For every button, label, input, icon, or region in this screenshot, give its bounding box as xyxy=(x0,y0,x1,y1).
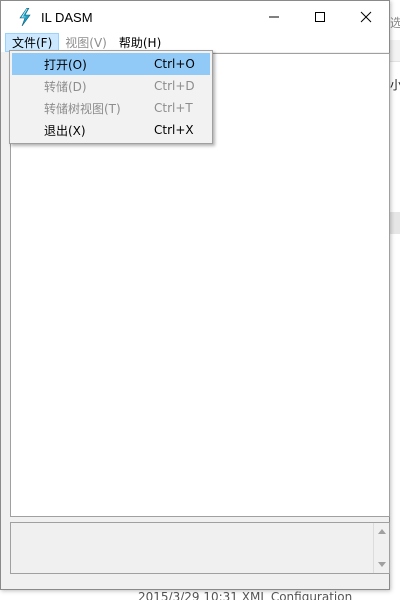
info-textbox[interactable] xyxy=(11,523,375,573)
minimize-button[interactable] xyxy=(251,1,297,33)
menu-item-dump[interactable]: 转储(D) Ctrl+D xyxy=(12,75,210,97)
menu-item-shortcut: Ctrl+X xyxy=(154,123,194,137)
title-bar[interactable]: IL DASM xyxy=(1,1,389,33)
file-menu-dropdown: 打开(O) Ctrl+O 转储(D) Ctrl+D 转储树视图(T) Ctrl+… xyxy=(9,50,213,144)
background-footer-text: 2015/3/29 10:31 XML Configuration xyxy=(138,590,353,600)
close-icon xyxy=(360,11,372,23)
maximize-icon xyxy=(315,12,325,22)
menu-item-shortcut: Ctrl+O xyxy=(154,57,195,71)
maximize-button[interactable] xyxy=(297,1,343,33)
menu-item-dump-treeview[interactable]: 转储树视图(T) Ctrl+T xyxy=(12,97,210,119)
minimize-icon xyxy=(269,16,279,18)
scroll-down-icon[interactable] xyxy=(378,562,386,567)
background-top-right-text: 选 xyxy=(390,16,400,30)
menu-item-open[interactable]: 打开(O) Ctrl+O xyxy=(12,53,210,75)
close-button[interactable] xyxy=(343,1,389,33)
menu-item-label: 打开(O) xyxy=(44,57,87,72)
info-pane xyxy=(10,522,390,574)
menu-item-shortcut: Ctrl+T xyxy=(154,101,193,115)
vertical-scrollbar[interactable] xyxy=(373,523,389,573)
window-controls xyxy=(251,1,389,33)
menu-item-exit[interactable]: 退出(X) Ctrl+X xyxy=(12,119,210,141)
menu-item-shortcut: Ctrl+D xyxy=(154,79,195,93)
menu-item-label: 退出(X) xyxy=(44,123,86,138)
lightning-icon xyxy=(19,8,31,26)
background-right-text: 小 xyxy=(390,78,400,92)
menu-item-label: 转储(D) xyxy=(44,79,87,94)
scroll-up-icon[interactable] xyxy=(378,529,386,534)
menu-item-label: 转储树视图(T) xyxy=(44,101,121,116)
window-title: IL DASM xyxy=(41,9,93,25)
